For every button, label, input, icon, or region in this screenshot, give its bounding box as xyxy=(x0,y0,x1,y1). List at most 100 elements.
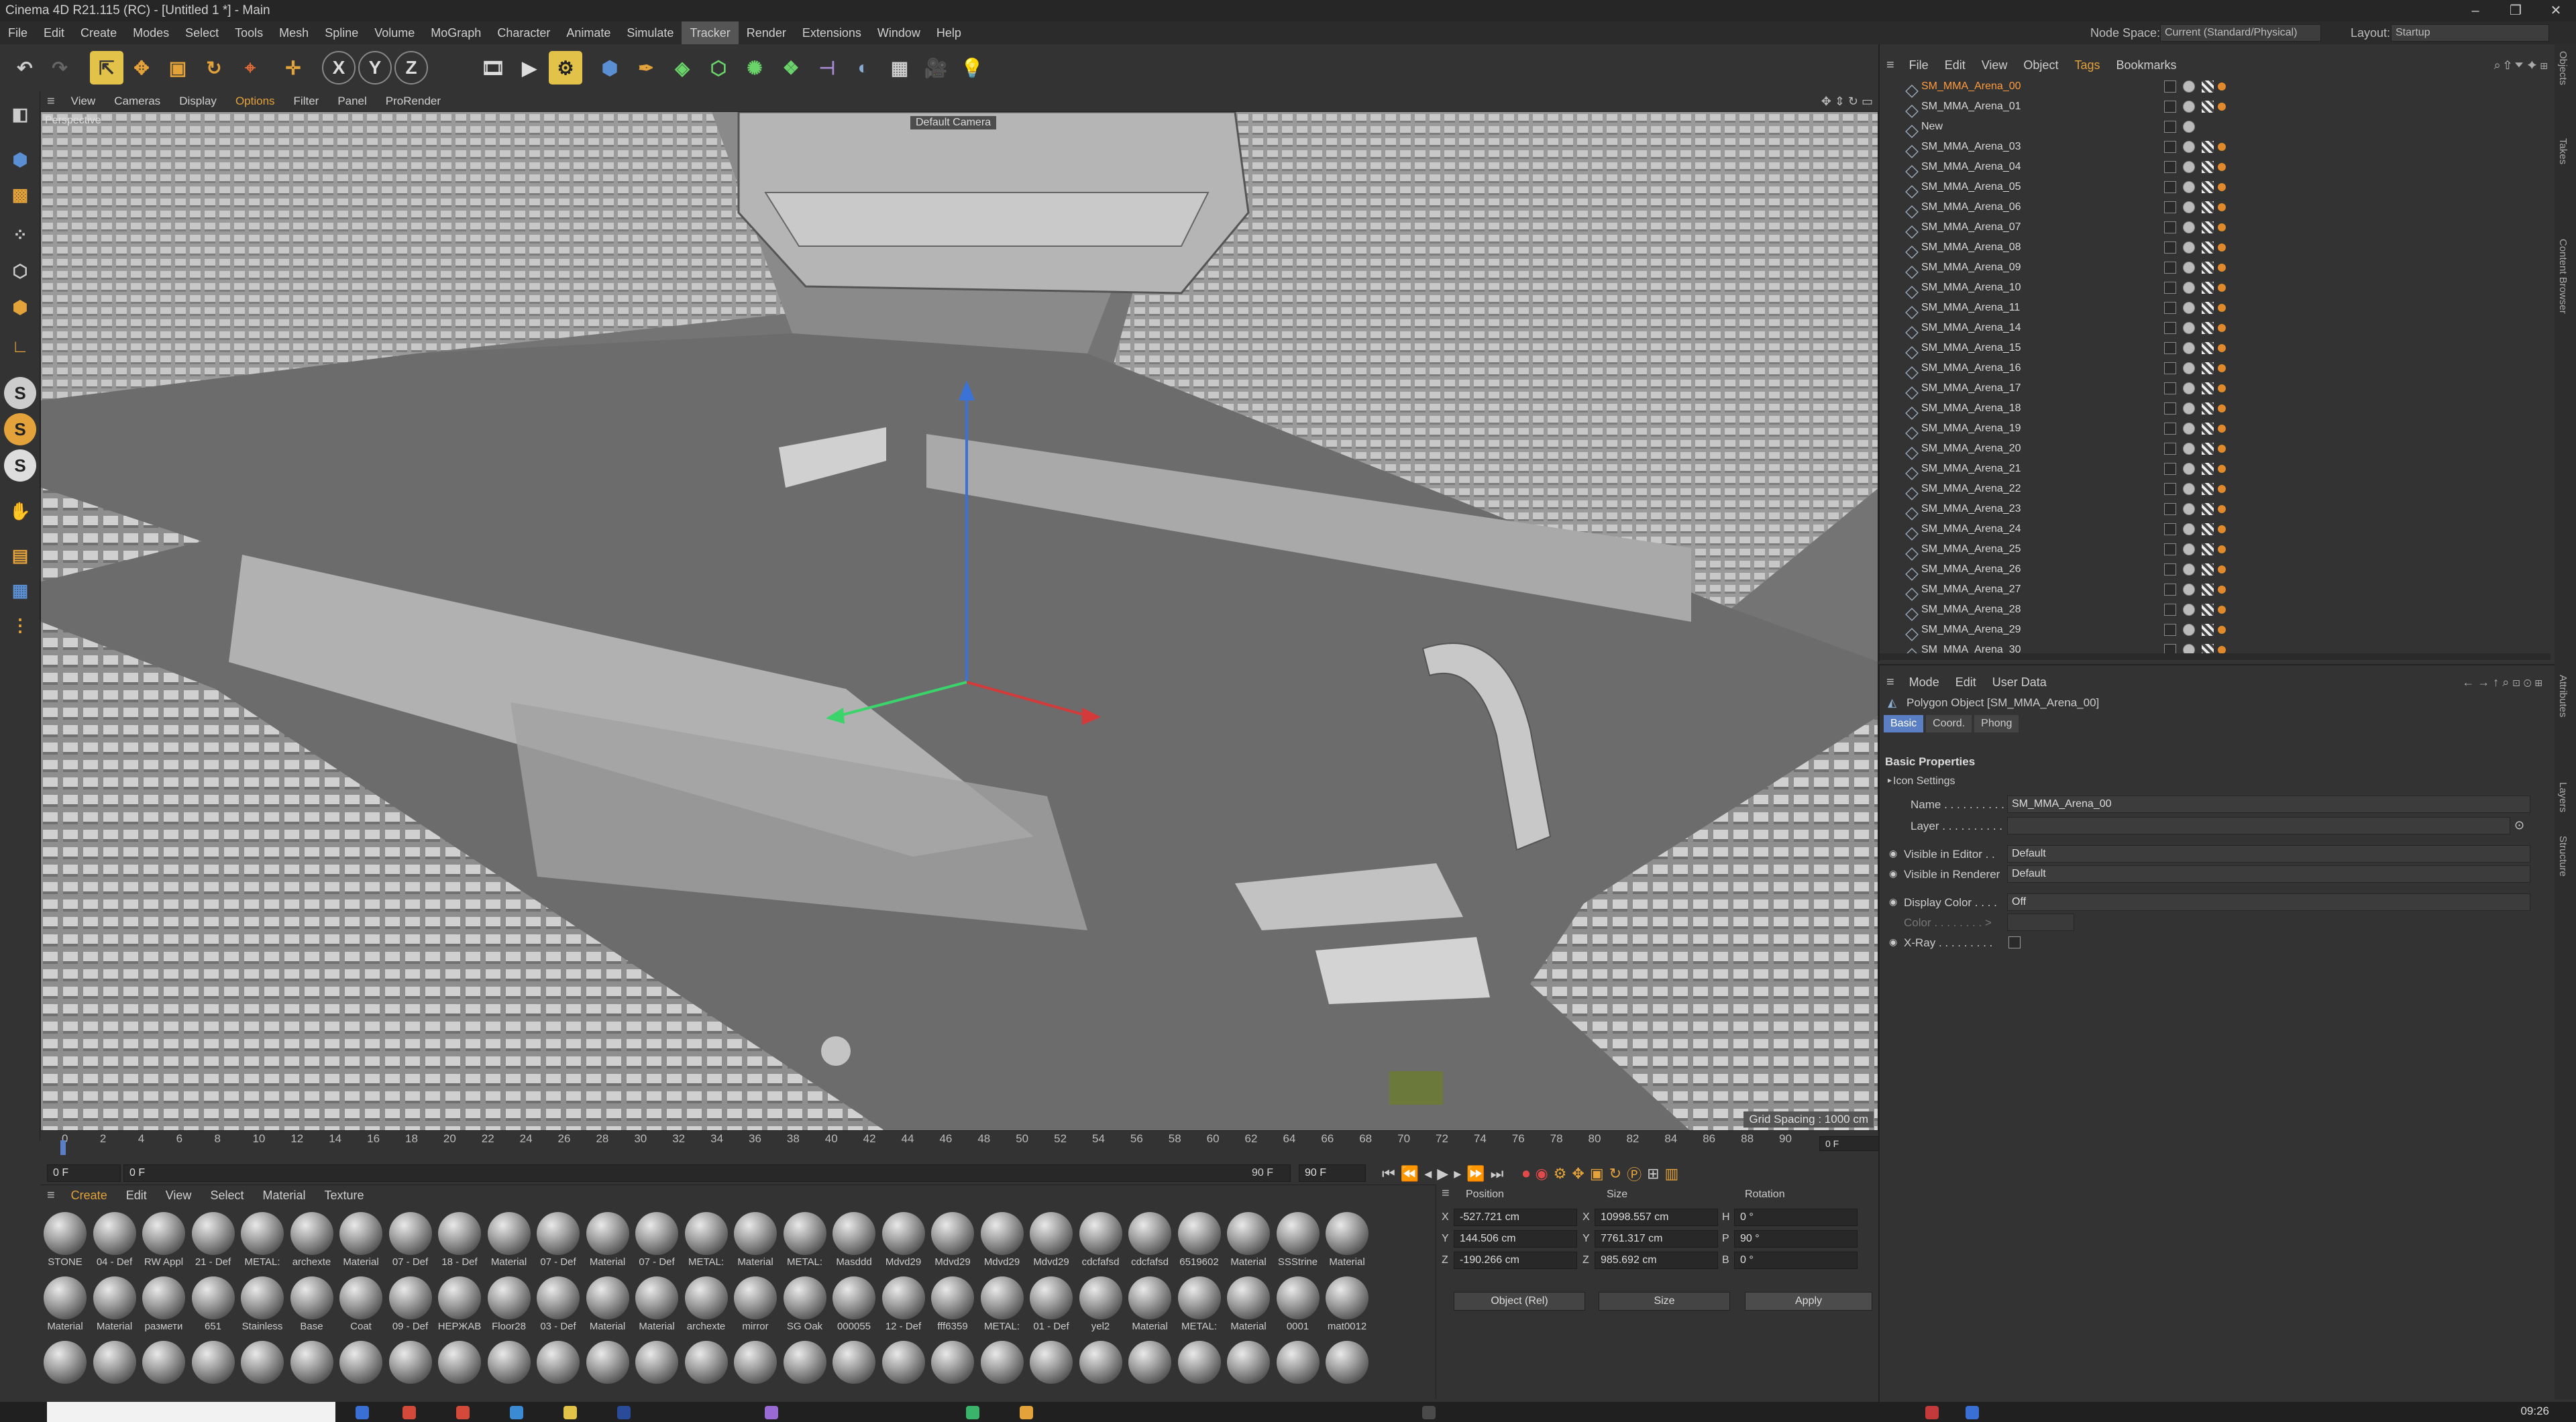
object-row[interactable]: SM_MMA_Arena_03 xyxy=(1902,137,2540,157)
workplane-icon[interactable]: ▤ xyxy=(4,539,36,571)
expand-arrow-icon[interactable]: ▸ xyxy=(1888,775,1892,785)
material-swatch[interactable]: cdcfafsd xyxy=(1077,1212,1124,1268)
render-view-icon[interactable]: ▶ xyxy=(513,51,546,85)
visibility-toggle-icon[interactable] xyxy=(2164,362,2176,374)
taskbar-app-icon[interactable] xyxy=(356,1406,369,1419)
key-pla-icon[interactable]: ⊞ xyxy=(1647,1165,1659,1183)
material-swatch[interactable] xyxy=(782,1341,828,1385)
material-swatch[interactable] xyxy=(1275,1341,1322,1385)
object-row[interactable]: SM_MMA_Arena_25 xyxy=(1902,539,2540,559)
viewport-menu-panel[interactable]: Panel xyxy=(328,91,376,111)
material-swatch[interactable]: cdcfafsd xyxy=(1126,1212,1173,1268)
material-swatch[interactable]: Mdvd29 xyxy=(1028,1212,1075,1268)
material-swatch[interactable]: SSStrine xyxy=(1275,1212,1322,1268)
material-swatch[interactable] xyxy=(486,1341,533,1385)
phong-tag-icon[interactable] xyxy=(2183,443,2195,455)
visibility-toggle-icon[interactable] xyxy=(2164,423,2176,435)
visibility-toggle-icon[interactable] xyxy=(2164,523,2176,535)
material-swatch[interactable]: 651 xyxy=(190,1276,237,1332)
attribute-menu-user-data[interactable]: User Data xyxy=(1984,675,2055,690)
material-tag-icon[interactable] xyxy=(2218,304,2226,312)
phong-tag-icon[interactable] xyxy=(2183,322,2195,334)
material-swatch[interactable] xyxy=(633,1341,680,1385)
object-name[interactable]: SM_MMA_Arena_01 xyxy=(1902,101,2037,113)
phong-tag-icon[interactable] xyxy=(2183,101,2195,113)
visibility-toggle-icon[interactable] xyxy=(2164,563,2176,576)
pen-icon[interactable]: ✒ xyxy=(629,51,663,85)
timeline-ruler[interactable]: 0 2 4 6 8 10 12 14 16 18 20 22 24 26 28 30 32 34 36 38 40 42 4… xyxy=(54,1132,1865,1159)
material-swatch[interactable]: 000055 xyxy=(830,1276,877,1332)
material-swatch[interactable] xyxy=(1077,1341,1124,1385)
phong-tag-icon[interactable] xyxy=(2183,563,2195,576)
visibility-toggle-icon[interactable] xyxy=(2164,241,2176,254)
material-tag-icon[interactable] xyxy=(2218,425,2226,433)
snap-icon[interactable]: S xyxy=(4,377,36,409)
side-tab[interactable]: Layers xyxy=(2557,782,2569,812)
material-menu-texture[interactable]: Texture xyxy=(315,1185,374,1205)
material-swatch[interactable] xyxy=(1176,1341,1223,1385)
current-frame-field[interactable]: 0 F xyxy=(47,1164,121,1182)
taskbar-app-icon[interactable] xyxy=(1966,1406,1979,1419)
visibility-toggle-icon[interactable] xyxy=(2164,80,2176,93)
object-row[interactable]: SM_MMA_Arena_11 xyxy=(1902,298,2540,318)
material-swatch[interactable]: RW Appl xyxy=(140,1212,187,1268)
menu-file[interactable]: File xyxy=(0,21,36,44)
menu-animate[interactable]: Animate xyxy=(558,21,619,44)
move-tool-icon[interactable]: ✥ xyxy=(125,51,158,85)
object-name[interactable]: SM_MMA_Arena_23 xyxy=(1902,503,2037,515)
phong-tag-icon[interactable] xyxy=(2183,604,2195,616)
visibility-toggle-icon[interactable] xyxy=(2164,101,2176,113)
texture-tag-icon[interactable] xyxy=(2202,483,2214,495)
texture-tag-icon[interactable] xyxy=(2202,362,2214,374)
visibility-toggle-icon[interactable] xyxy=(2164,402,2176,415)
size-x-field[interactable]: 10998.557 cm xyxy=(1595,1209,1718,1226)
object-name[interactable]: SM_MMA_Arena_19 xyxy=(1902,423,2037,435)
phong-tag-icon[interactable] xyxy=(2183,463,2195,475)
viewport-menu-display[interactable]: Display xyxy=(170,91,226,111)
attribute-tab-coord[interactable]: Coord. xyxy=(1926,715,1972,732)
viewport-menu-filter[interactable]: Filter xyxy=(284,91,329,111)
phong-tag-icon[interactable] xyxy=(2183,282,2195,294)
object-row[interactable]: SM_MMA_Arena_01 xyxy=(1902,97,2540,117)
material-swatch[interactable]: archexte xyxy=(288,1212,335,1268)
object-menu-object[interactable]: Object xyxy=(2015,55,2066,75)
render-settings-icon[interactable]: ⚙ xyxy=(549,51,582,85)
hamburger-icon[interactable]: ≡ xyxy=(1442,1186,1450,1201)
quantize-icon[interactable]: ⋮ xyxy=(4,609,36,641)
texture-tag-icon[interactable] xyxy=(2202,584,2214,596)
material-swatch[interactable]: Material xyxy=(633,1276,680,1332)
material-tag-icon[interactable] xyxy=(2218,606,2226,614)
position-z-field[interactable]: -190.266 cm xyxy=(1454,1252,1577,1269)
menu-select[interactable]: Select xyxy=(177,21,227,44)
texture-tag-icon[interactable] xyxy=(2202,141,2214,153)
attribute-tab-basic[interactable]: Basic xyxy=(1884,715,1924,732)
layer-picker-icon[interactable]: ⊙ xyxy=(2514,818,2524,832)
texture-tag-icon[interactable] xyxy=(2202,322,2214,334)
material-swatch[interactable]: METAL: xyxy=(239,1212,286,1268)
object-row[interactable]: SM_MMA_Arena_00 xyxy=(1902,76,2540,97)
object-name[interactable]: SM_MMA_Arena_27 xyxy=(1902,584,2037,596)
object-row[interactable]: SM_MMA_Arena_26 xyxy=(1902,559,2540,580)
y-axis-lock-icon[interactable]: Y xyxy=(358,51,392,85)
material-swatch[interactable]: Stainless xyxy=(239,1276,286,1332)
visibility-toggle-icon[interactable] xyxy=(2164,282,2176,294)
points-mode-icon[interactable]: ⁘ xyxy=(4,219,36,251)
viewport-menu-view[interactable]: View xyxy=(62,91,105,111)
material-swatch[interactable] xyxy=(1126,1341,1173,1385)
polygons-mode-icon[interactable]: ⬢ xyxy=(4,291,36,323)
playhead[interactable] xyxy=(60,1140,66,1155)
material-swatch[interactable]: Masddd xyxy=(830,1212,877,1268)
menu-tools[interactable]: Tools xyxy=(227,21,271,44)
object-scrollbar[interactable] xyxy=(1880,653,2551,660)
menu-mesh[interactable]: Mesh xyxy=(271,21,317,44)
material-menu-material[interactable]: Material xyxy=(253,1185,315,1205)
hamburger-icon[interactable]: ≡ xyxy=(1880,675,1901,690)
material-swatch[interactable] xyxy=(91,1341,138,1385)
material-swatch[interactable]: Material xyxy=(91,1276,138,1332)
material-swatch[interactable]: METAL: xyxy=(782,1212,828,1268)
phong-tag-icon[interactable] xyxy=(2183,483,2195,495)
prev-frame-icon[interactable]: ◂ xyxy=(1424,1165,1432,1183)
material-swatch[interactable]: 01 - Def xyxy=(1028,1276,1075,1332)
material-tag-icon[interactable] xyxy=(2218,223,2226,231)
select-tool-icon[interactable]: ⇱ xyxy=(90,51,123,85)
